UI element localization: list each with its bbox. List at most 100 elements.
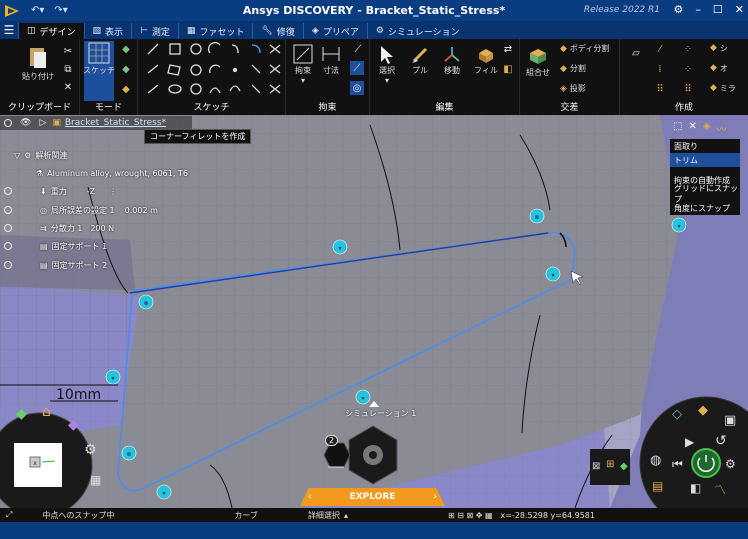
cube-view-icon[interactable]: ◆ [68,417,79,433]
menu-item-angle-snap[interactable]: 角度にスナップ [670,201,740,215]
expand-icon[interactable]: ▷ [39,118,46,128]
pull-button[interactable]: プル [410,45,430,76]
combine-button[interactable]: 組合せ [526,45,550,78]
fixed-support-2-radio[interactable] [4,261,12,269]
section-icon[interactable]: ◧ [690,481,701,495]
paste-button[interactable]: 貼り付け [22,45,54,82]
force-radio[interactable] [4,224,12,232]
tree-root-label[interactable]: Bracket_Static_Stress* [65,118,166,128]
snap-solid-icon[interactable]: ◆ [620,461,628,472]
angle-snap-toggle-icon[interactable]: ◎ [350,81,364,95]
linear-pattern-icon[interactable]: ⁞ [654,63,666,75]
results-icon[interactable]: ◆ [698,403,708,418]
axis-icon[interactable]: ⁄ [654,43,666,55]
more-icon[interactable]: ⋮ [109,187,117,196]
gravity-radio[interactable] [4,187,12,195]
legend-icon[interactable]: ▤ [652,479,663,493]
wave-icon[interactable]: 〰 [717,121,727,136]
select-dropdown-icon[interactable]: ▾ [385,76,389,85]
snap-grid-icon[interactable]: ⊠ [592,461,600,472]
constrain-dropdown-icon[interactable]: ▾ [301,76,305,85]
tree-item-force[interactable]: ⇉ 分散力 1 200 N [4,220,114,236]
collapse-icon[interactable]: ▽ [14,151,20,160]
status-tools-icons[interactable]: ⊞ ⊟ ⊠ ✥ ▦ [448,511,493,520]
tab-design[interactable]: ◫ デザイン [18,23,84,39]
circular-pattern-icon[interactable]: ⁘ [682,63,694,75]
selection-dropdown-icon[interactable]: ▴ [344,511,348,520]
move-button[interactable]: 移動 [442,45,462,76]
minimize-button[interactable]: – [695,3,701,16]
explore-bar[interactable]: ‹ EXPLORE › [300,488,445,506]
cut-icon[interactable]: ✂ [62,45,74,57]
delete-icon[interactable]: ✕ [62,81,74,93]
tab-prepare[interactable]: ◈ プリペア [302,23,367,39]
orient-icon[interactable]: ◈ [703,121,711,136]
sketch-tools-icons[interactable] [138,39,286,101]
shell-button[interactable]: ◆ シ [710,43,728,54]
explore-next-icon[interactable]: › [433,492,437,502]
3d-viewport[interactable]: ⊗ ▾ ⊗ ▾ ▾ ▾ ⊗ ▾ ▾ 10mm シミュレーション 1 👁︎ ▷ ▣ Bracke… [0,115,748,508]
explore-prev-icon[interactable]: ‹ [308,492,312,502]
tab-measure[interactable]: ⊢ 測定 [131,23,178,39]
tab-repair[interactable]: 🔧︎ 修復 [252,23,302,39]
grid-view-icon[interactable]: ▦ [90,473,101,487]
fill-button[interactable]: フィル [474,45,498,76]
visibility-radio[interactable] [4,119,12,127]
menu-item-chamfer[interactable]: 面取り [670,139,740,153]
exit-sketch-icon[interactable]: ✕ [688,121,696,136]
tree-item-analysis[interactable]: ▽ ⚙ 解析関連 [14,147,67,163]
wheel-settings-icon[interactable]: ⚙ [84,442,97,458]
copy-icon[interactable]: ⧉ [62,63,74,75]
play-icon[interactable]: ▶ [685,435,694,449]
section-mode-icon[interactable]: ◆ [120,43,132,55]
mirror-button[interactable]: ◆ ミラ [710,83,736,94]
tree-root-row[interactable]: 👁︎ ▷ ▣ Bracket_Static_Stress* [0,116,192,130]
tab-simulation[interactable]: ⚙ シミュレーション [366,23,468,39]
selection-status[interactable]: 詳細選択 [308,510,340,521]
tree-item-gravity[interactable]: ⬇ 重力 -Z ⋮ [4,183,117,199]
grid-snap-toggle-icon[interactable]: ⟋ [350,61,364,75]
hamburger-menu-icon[interactable]: ☰ [0,21,18,39]
snap-point-icon[interactable]: ⊞ [606,459,614,470]
auto-constrain-icon[interactable]: ⟋ [352,43,364,55]
fill-pattern-icon[interactable]: ⠿ [654,83,666,95]
gauge-icon[interactable]: ◇ [672,407,682,422]
select-button[interactable]: 選択 ▾ [378,45,396,85]
material-view-icon[interactable]: ◍ [650,453,661,468]
point-icon[interactable]: ⁘ [682,43,694,55]
settings-small-icon[interactable]: ⚙ [725,457,736,471]
menu-item-grid-snap[interactable]: グリッドにスナップ [670,184,740,204]
split-button[interactable]: ◆ 分割 [560,63,586,74]
probe-icon[interactable]: ▣ [724,413,736,428]
sketch-mode-button[interactable]: スケッチ [83,41,115,101]
reset-icon[interactable]: ↺ [715,433,727,449]
solid-mode-icon[interactable]: ◆ [120,63,132,75]
dimension-button[interactable]: 寸法 [320,43,342,76]
local-error-radio[interactable] [4,206,12,214]
home-view-icon[interactable]: ◆ [16,406,27,422]
split-body-button[interactable]: ◆ ボディ分割 [560,43,609,54]
stage-badge[interactable]: 2 [325,435,339,446]
replace-icon[interactable]: ⇄ [502,43,514,55]
tree-item-local-error[interactable]: ◎ 局所誤差の設定 1 0.002 m [4,202,158,218]
plane-select-icon[interactable]: ⬚ [673,121,682,136]
plane-icon[interactable]: ▱ [628,45,644,61]
close-button[interactable]: ✕ [735,3,744,16]
eye-icon[interactable]: 👁︎ [20,118,31,128]
3d-mode-icon[interactable]: ◆ [120,83,132,95]
tab-display[interactable]: ▧ 表示 [83,23,132,39]
constrain-button[interactable]: 拘束 ▾ [292,43,314,85]
maximize-button[interactable]: ☐ [713,3,723,16]
tree-item-fixed-support-1[interactable]: ▤ 固定サポート 1 [4,238,107,254]
house-icon[interactable]: ⌂ [42,404,51,420]
tree-item-fixed-support-2[interactable]: ▤ 固定サポート 2 [4,257,107,273]
chart-icon[interactable]: 〽 [714,481,726,498]
blend-icon[interactable]: ◧ [502,63,514,75]
fixed-support-1-radio[interactable] [4,242,12,250]
settings-icon[interactable]: ⚙ [674,3,684,16]
menu-item-trim[interactable]: トリム [670,153,740,167]
offset-button[interactable]: ◆ オ [710,63,728,74]
grid-pattern-icon[interactable]: ⠿ [682,83,694,95]
tree-item-material[interactable]: ⚗ Aluminum alloy, wrought, 6061, T6 [36,165,188,181]
tab-facet[interactable]: ▦ ファセット [177,23,253,39]
